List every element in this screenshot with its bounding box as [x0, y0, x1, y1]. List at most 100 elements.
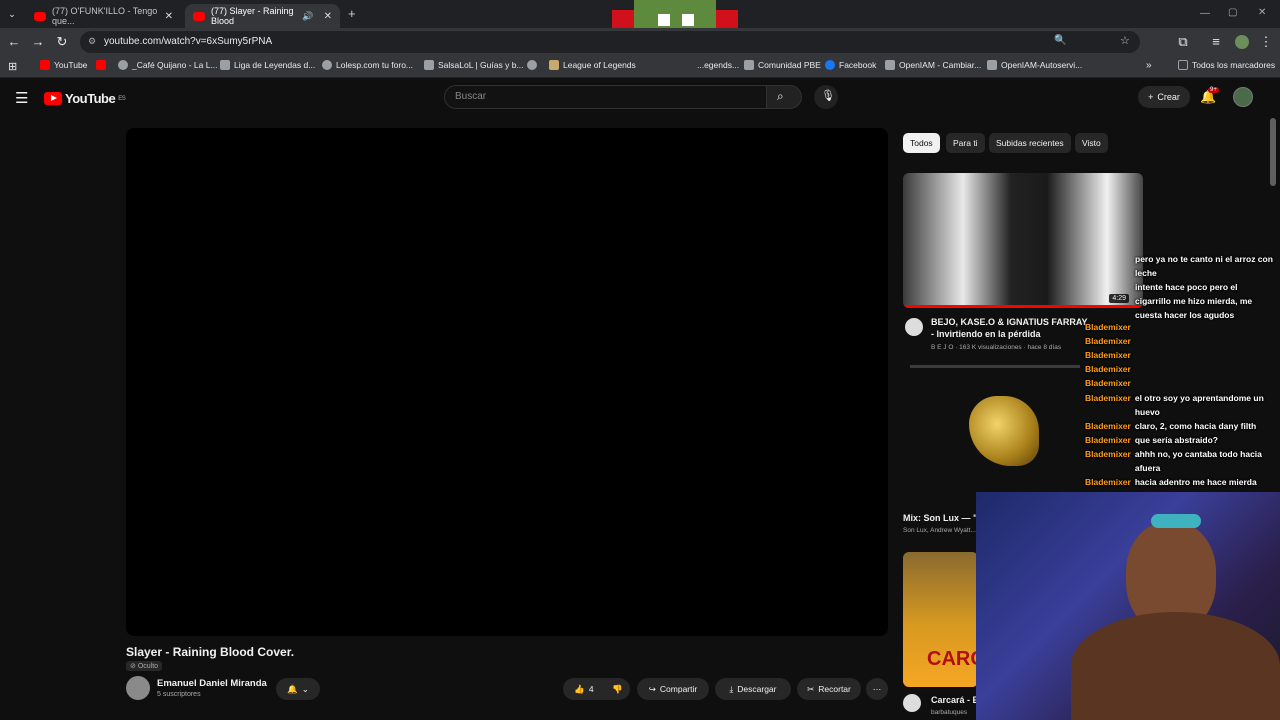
close-tab-icon[interactable]: ✕	[165, 11, 173, 22]
recommendation-thumbnail[interactable]: CARC	[903, 552, 978, 687]
rec-channel-avatar[interactable]	[903, 694, 921, 712]
back-icon[interactable]: ←	[6, 34, 22, 50]
video-player[interactable]	[126, 128, 888, 636]
youtube-logo[interactable]: YouTube ES	[44, 91, 126, 106]
channel-name[interactable]: Emanuel Daniel Miranda	[157, 678, 267, 689]
chat-username: Blademixer	[1085, 364, 1131, 374]
bell-icon: 🔔	[287, 683, 298, 694]
menu-kebab-icon[interactable]: ⋮	[1258, 34, 1274, 50]
account-avatar[interactable]	[1233, 87, 1253, 107]
audio-playing-icon[interactable]: 🔊	[302, 11, 313, 22]
bookmark-facebook[interactable]: Facebook	[825, 60, 876, 70]
bookmark-salsalol[interactable]: SalsaLoL | Guías y b...	[424, 60, 524, 70]
chat-username: Blademixer	[1085, 421, 1131, 431]
chip-todos[interactable]: Todos	[903, 133, 940, 153]
chat-username: Blademixer	[1085, 336, 1131, 346]
url-text[interactable]: youtube.com/watch?v=6xSumy5rPNA	[104, 36, 272, 47]
new-tab-icon[interactable]: +	[348, 6, 356, 21]
bookmark-legends-2[interactable]: ...egends...	[697, 60, 739, 70]
chat-message: Blademixer	[1085, 320, 1275, 334]
chat-message: Blademixer	[1085, 334, 1275, 348]
notification-badge: 9+	[1208, 87, 1219, 93]
profile-avatar[interactable]	[1235, 35, 1249, 49]
subscription-bell-button[interactable]: 🔔 ⌄	[276, 678, 320, 700]
more-horizontal-icon: ⋯	[872, 683, 882, 694]
site-info-icon[interactable]: ⚙	[88, 36, 96, 47]
bookmark-youtube[interactable]: YouTube	[40, 60, 87, 70]
more-bookmarks-icon[interactable]: »	[1146, 60, 1152, 71]
thumbnail-text: CARC	[927, 648, 978, 670]
clip-button[interactable]: ✂ Recortar	[797, 678, 861, 700]
video-title: Slayer - Raining Blood Cover.	[126, 645, 295, 659]
tab-slayer[interactable]: (77) Slayer - Raining Blood 🔊 ✕	[185, 4, 340, 28]
chat-message: pero ya no te canto ni el arroz con lech…	[1085, 252, 1275, 280]
search-input[interactable]: Buscar	[444, 85, 767, 109]
bookmark-cafe-quijano[interactable]: _Café Quijano - La L...	[118, 60, 218, 70]
all-bookmarks[interactable]: Todos los marcadores	[1178, 60, 1275, 70]
tab-ofunkillo[interactable]: (77) O'FUNK'ILLO - Tengo que... ✕	[26, 4, 181, 28]
maximize-icon[interactable]: ▢	[1228, 7, 1237, 18]
apps-grid-icon[interactable]: ⊞	[8, 60, 17, 73]
scissors-icon: ✂	[807, 683, 815, 694]
search-icon: ⌕	[777, 89, 784, 103]
chat-message: Blademixer que sería abstraido?	[1085, 433, 1275, 447]
chat-message: Blademixer ahhh no, yo cantaba todo hacia…	[1085, 447, 1275, 475]
recommendation-thumbnail[interactable]	[903, 372, 1083, 492]
minimize-icon[interactable]: —	[1200, 8, 1210, 19]
chat-message: Blademixer claro, 2, como hacia dany filt…	[1085, 419, 1275, 433]
bookmark-league[interactable]: League of Legends	[549, 60, 636, 70]
divider	[910, 365, 1080, 368]
channel-avatar[interactable]	[126, 676, 150, 700]
bookmark-star-icon[interactable]: ☆	[1120, 34, 1130, 47]
like-count: 4	[588, 684, 594, 694]
rec-channel-avatar[interactable]	[905, 318, 923, 336]
chat-text: que sería abstraido?	[1134, 435, 1218, 445]
chat-username: Blademixer	[1085, 435, 1131, 445]
create-button[interactable]: + Crear	[1138, 86, 1190, 108]
share-button[interactable]: ↪ Compartir	[637, 678, 709, 700]
streamer-body	[1071, 612, 1280, 720]
chat-message: intente hace poco pero el cigarrillo me …	[1085, 280, 1275, 322]
forward-icon[interactable]: →	[30, 34, 46, 50]
bookmark-openiam-1[interactable]: OpenIAM - Cambiar...	[885, 60, 981, 70]
region-label: ES	[118, 95, 126, 102]
recommendation-title[interactable]: BEJO, KASE.O & IGNATIUS FARRAY - Invirti…	[931, 316, 1091, 340]
bookmark-globe[interactable]	[527, 60, 537, 70]
chevron-down-icon: ⌄	[301, 683, 309, 694]
omnibox[interactable]: ⚙ youtube.com/watch?v=6xSumy5rPNA 🔍 ☆	[80, 31, 1140, 53]
bookmark-openiam-2[interactable]: OpenIAM-Autoservi...	[987, 60, 1082, 70]
close-tab-icon[interactable]: ✕	[324, 11, 332, 22]
reload-icon[interactable]: ↻	[54, 34, 70, 50]
youtube-favicon-icon	[34, 11, 46, 21]
chip-visto[interactable]: Visto	[1075, 133, 1108, 153]
chip-subidas-recientes[interactable]: Subidas recientes	[989, 133, 1071, 153]
visibility-badge: ⊘ Oculto	[126, 661, 163, 671]
tab-search-chevron-icon[interactable]: ⌄	[4, 6, 20, 22]
search-button[interactable]: ⌕	[766, 85, 802, 109]
recommendation-title[interactable]: Carcará - E	[931, 694, 979, 706]
recommendation-title[interactable]: Mix: Son Lux — "T	[903, 512, 983, 524]
chat-username: Blademixer	[1085, 378, 1131, 388]
close-window-icon[interactable]: ✕	[1258, 7, 1266, 18]
recommendation-meta: B E J O · 163 K visualizaciones · hace 8…	[931, 344, 1062, 351]
youtube-header: ☰ YouTube ES Buscar ⌕ 🎙 + Crear 🔔 9+	[0, 78, 1280, 118]
webcam-overlay	[976, 492, 1280, 720]
scrollbar[interactable]	[1270, 118, 1276, 186]
bookmark-youtube-2[interactable]	[96, 60, 106, 70]
browser-tabbar: ⌄ (77) O'FUNK'ILLO - Tengo que... ✕ (77)…	[0, 0, 1280, 70]
dislike-button[interactable]: 👎	[605, 678, 630, 700]
bookmark-liga-leyendas[interactable]: Liga de Leyendas d...	[220, 60, 315, 70]
extensions-icon[interactable]: ⧉	[1175, 34, 1191, 50]
voice-search-button[interactable]: 🎙	[814, 85, 838, 109]
bookmark-pbe[interactable]: Comunidad PBE	[744, 60, 821, 70]
media-icon[interactable]: ≡	[1208, 34, 1224, 50]
chip-para-ti[interactable]: Para ti	[946, 133, 985, 153]
like-button[interactable]: 👍 4	[563, 678, 605, 700]
youtube-favicon-icon	[193, 11, 205, 21]
zoom-icon[interactable]: 🔍	[1054, 35, 1066, 46]
hamburger-menu-icon[interactable]: ☰	[15, 89, 28, 107]
bookmark-lolesp[interactable]: Lolesp.com tu foro...	[322, 60, 413, 70]
share-label: Compartir	[659, 684, 698, 694]
download-button[interactable]: ⤓ Descargar	[715, 678, 791, 700]
more-actions-button[interactable]: ⋯	[866, 678, 888, 700]
